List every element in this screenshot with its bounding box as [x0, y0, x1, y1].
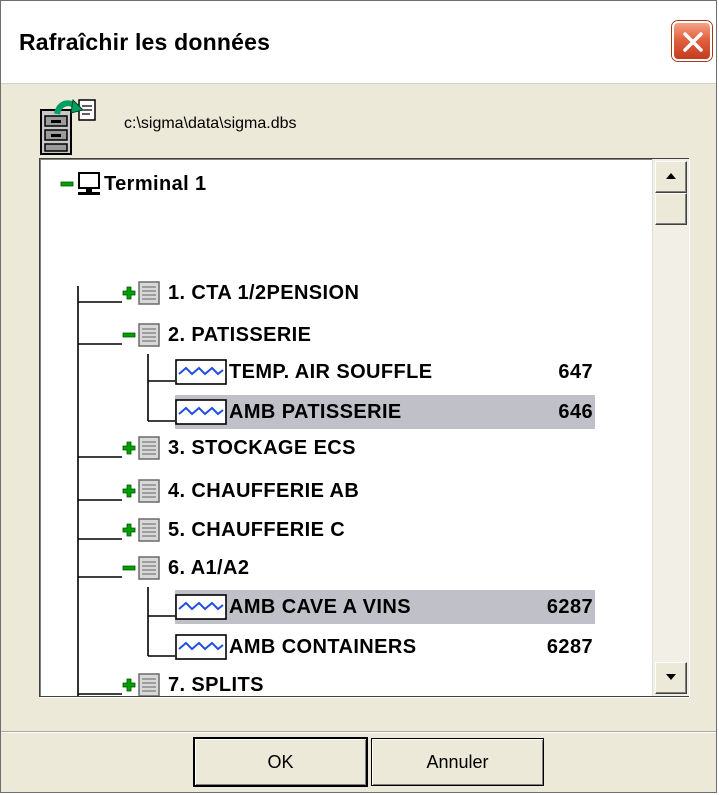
- collapse-icon[interactable]: [60, 177, 74, 191]
- tree-content: Terminal 1 1. CTA 1/2PENSION 2. PATISSERIE…: [40, 159, 652, 696]
- tree-item-label: 3. STOCKAGE ECS: [168, 436, 356, 459]
- tree-view[interactable]: Terminal 1 1. CTA 1/2PENSION 2. PATISSERIE…: [39, 158, 689, 697]
- tree-item-label: AMB PATISSERIE: [229, 400, 402, 423]
- divider: [1, 731, 716, 733]
- group-sheet-icon: [138, 436, 160, 460]
- tree-item-label: 2. PATISSERIE: [168, 323, 312, 346]
- tree-group-item[interactable]: 7. SPLITS: [122, 668, 264, 696]
- tree-group-item[interactable]: 1. CTA 1/2PENSION: [122, 276, 359, 310]
- tree-item-value: 6287: [546, 595, 593, 618]
- window-title: Rafraîchir les données: [19, 29, 271, 55]
- tree-group-item[interactable]: 2. PATISSERIE: [122, 318, 311, 352]
- vertical-scrollbar[interactable]: [652, 159, 689, 696]
- group-sheet-icon: [138, 281, 160, 305]
- tree-group-item[interactable]: 4. CHAUFFERIE AB: [122, 474, 359, 508]
- expand-icon[interactable]: [122, 286, 136, 300]
- cancel-button[interactable]: Annuler: [371, 738, 544, 786]
- scroll-down-button[interactable]: [655, 662, 687, 694]
- database-path: c:\sigma\data\sigma.dbs: [124, 115, 297, 132]
- group-sheet-icon: [138, 518, 160, 542]
- tree-item-value: 647: [558, 360, 593, 383]
- arrow-up-icon: [666, 173, 676, 179]
- tree-sensor-item[interactable]: TEMP. AIR SOUFFLE 647: [175, 355, 595, 389]
- tree-item-label: AMB CAVE A VINS: [229, 595, 411, 618]
- tree-item-label: 1. CTA 1/2PENSION: [168, 281, 360, 304]
- group-sheet-icon: [138, 323, 160, 347]
- group-sheet-icon: [138, 479, 160, 503]
- collapse-icon[interactable]: [122, 561, 136, 575]
- expand-icon[interactable]: [122, 441, 136, 455]
- expand-icon[interactable]: [122, 678, 136, 692]
- close-icon: [683, 32, 703, 52]
- collapse-icon[interactable]: [122, 328, 136, 342]
- tree-item-label: 6. A1/A2: [168, 556, 250, 579]
- sensor-wave-icon: [175, 399, 227, 425]
- tree-group-item[interactable]: 6. A1/A2: [122, 551, 249, 585]
- tree-root-terminal[interactable]: Terminal 1: [60, 167, 207, 201]
- ok-button[interactable]: OK: [193, 737, 368, 787]
- tree-item-label: AMB CONTAINERS: [229, 635, 417, 658]
- sensor-wave-icon: [175, 594, 227, 620]
- title-bar: Rafraîchir les données: [1, 1, 716, 84]
- tree-sensor-item[interactable]: AMB CONTAINERS 6287: [175, 630, 595, 664]
- tree-sensor-item[interactable]: AMB PATISSERIE 646: [175, 395, 595, 429]
- refresh-dialog: Rafraîchir les données c:\sigma\data\sig…: [0, 0, 717, 793]
- tree-root-label: Terminal 1: [104, 172, 207, 195]
- group-sheet-icon: [138, 556, 160, 580]
- tree-group-item[interactable]: 3. STOCKAGE ECS: [122, 431, 356, 465]
- arrow-down-icon: [666, 674, 676, 680]
- group-sheet-icon: [138, 673, 160, 696]
- sensor-wave-icon: [175, 634, 227, 660]
- tree-item-label: 7. SPLITS: [168, 673, 264, 696]
- expand-icon[interactable]: [122, 484, 136, 498]
- tree-sensor-item[interactable]: AMB CAVE A VINS 6287: [175, 590, 595, 624]
- tree-item-value: 6287: [546, 635, 593, 658]
- expand-icon[interactable]: [122, 523, 136, 537]
- database-refresh-icon: [40, 98, 96, 155]
- tree-item-label: TEMP. AIR SOUFFLE: [229, 360, 433, 383]
- tree-item-label: 4. CHAUFFERIE AB: [168, 479, 360, 502]
- close-button[interactable]: [672, 21, 712, 61]
- sensor-wave-icon: [175, 359, 227, 385]
- tree-item-label: 5. CHAUFFERIE C: [168, 518, 346, 541]
- computer-icon: [78, 172, 100, 195]
- scroll-up-button[interactable]: [655, 161, 687, 193]
- tree-item-value: 646: [558, 400, 593, 423]
- tree-group-item[interactable]: 5. CHAUFFERIE C: [122, 513, 345, 547]
- scroll-thumb[interactable]: [655, 193, 687, 225]
